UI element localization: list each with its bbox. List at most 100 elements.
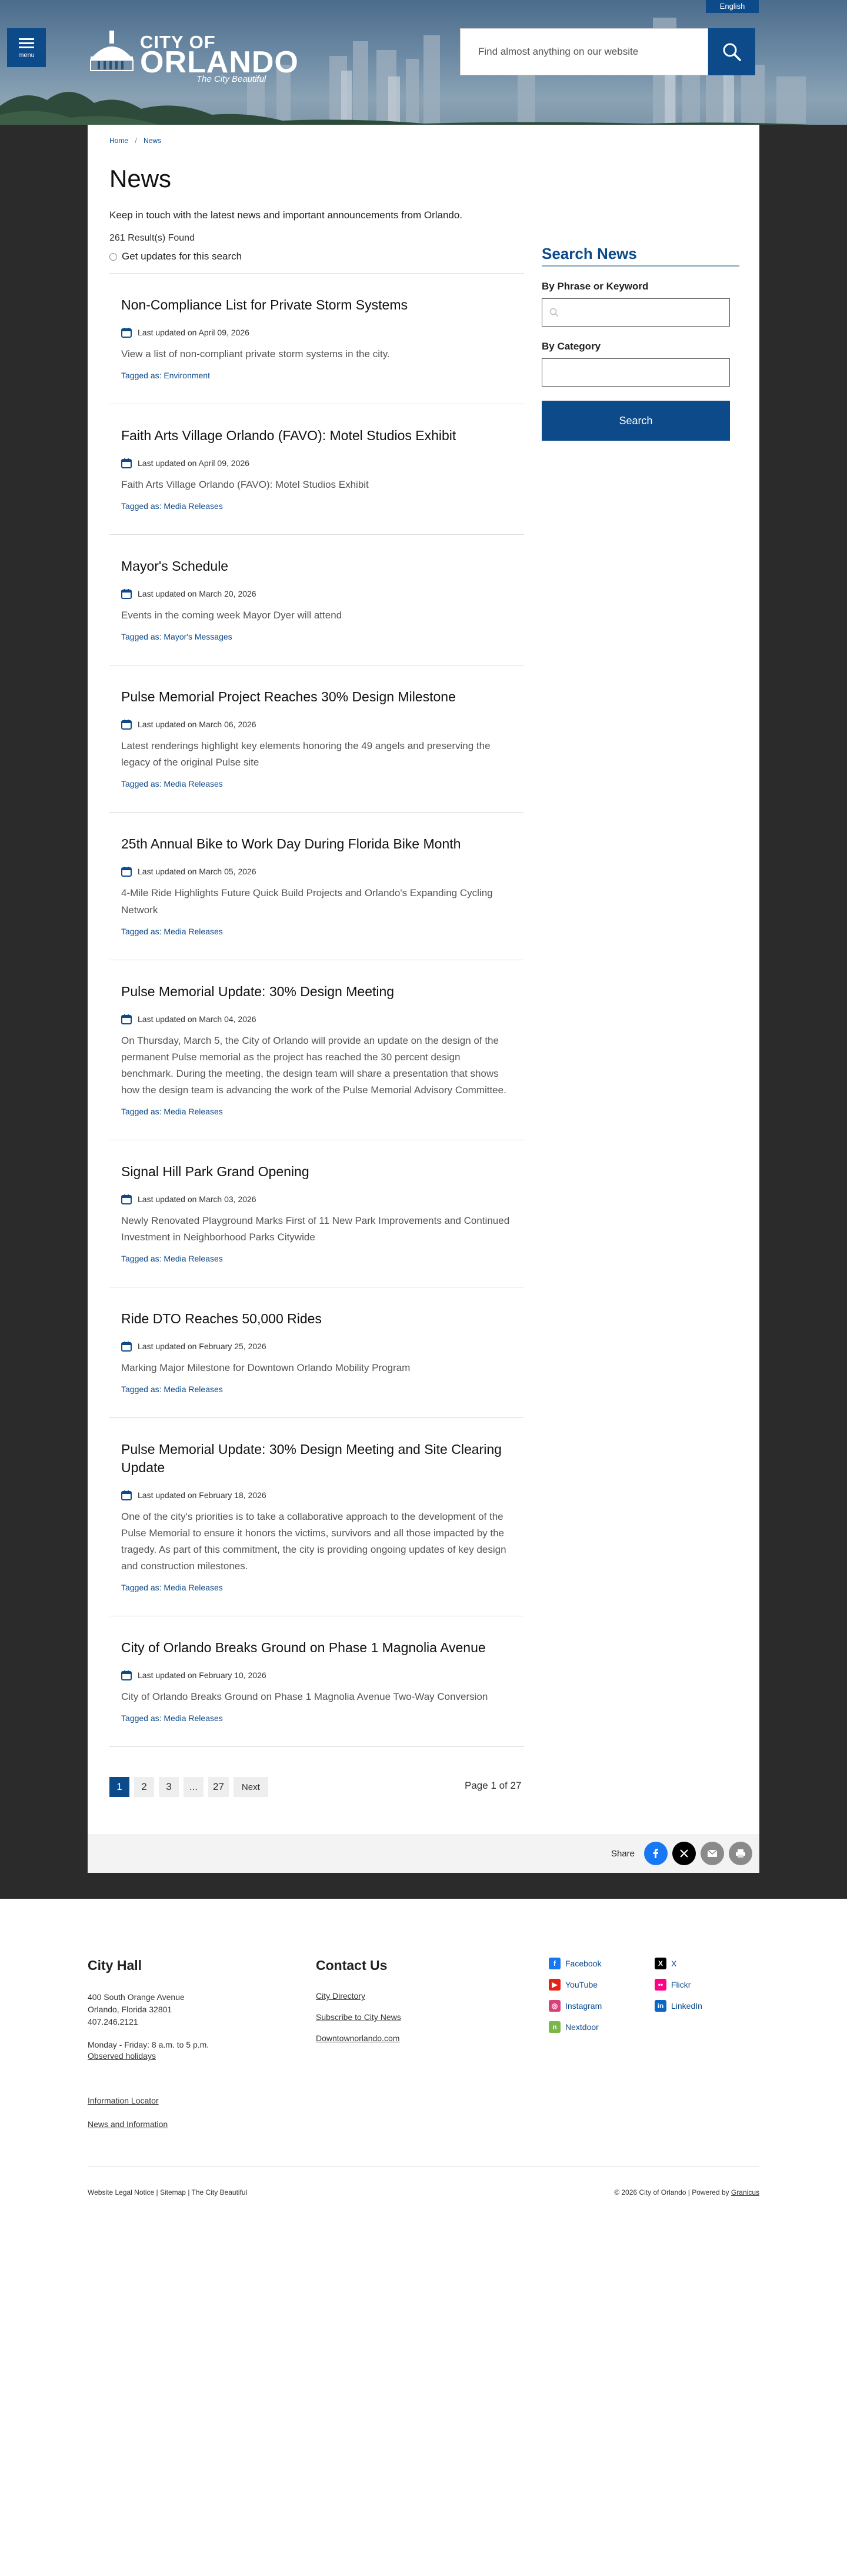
news-list-column: Non-Compliance List for Private Storm Sy…	[109, 262, 524, 1799]
share-bar: Share	[88, 1834, 759, 1873]
flickr-label: Flickr	[671, 1980, 691, 1990]
menu-button[interactable]: menu	[7, 28, 46, 67]
search-news-button[interactable]: Search	[542, 401, 730, 441]
news-description: One of the city's priorities is to take …	[121, 1511, 506, 1572]
office-hours: Monday - Friday: 8 a.m. to 5 p.m.	[88, 2040, 209, 2050]
site-search-input[interactable]	[461, 29, 708, 75]
radio-button[interactable]	[109, 252, 117, 261]
social-links: f Facebook ▶ YouTube ◎ Instagram n Nextdoor …	[549, 1958, 759, 2129]
downtown-orlando-link[interactable]: Downtownorlando.com	[316, 2033, 549, 2043]
menu-label: menu	[18, 51, 35, 59]
news-title[interactable]: Signal Hill Park Grand Opening	[121, 1163, 512, 1181]
calendar-icon	[121, 1341, 132, 1352]
tag-link[interactable]: Media Releases	[164, 1583, 222, 1592]
news-tag: Tagged as: Media Releases	[121, 779, 512, 788]
tag-prefix: Tagged as:	[121, 1713, 162, 1723]
news-tag: Tagged as: Media Releases	[121, 927, 512, 936]
tag-link[interactable]: Media Releases	[164, 779, 222, 788]
tag-prefix: Tagged as:	[121, 371, 162, 381]
hamburger-icon-bar	[19, 42, 34, 44]
news-tag: Tagged as: Media Releases	[121, 1107, 512, 1116]
flickr-icon: ••	[655, 1979, 666, 1991]
news-title[interactable]: Pulse Memorial Update: 30% Design Meetin…	[121, 1440, 512, 1477]
news-tag: Tagged as: Mayor's Messages	[121, 632, 512, 641]
news-description: Events in the coming week Mayor Dyer wil…	[121, 610, 342, 621]
nextdoor-label: Nextdoor	[565, 2022, 599, 2032]
news-title[interactable]: Mayor's Schedule	[121, 557, 512, 575]
tag-link[interactable]: Media Releases	[164, 1713, 222, 1723]
x-icon: X	[655, 1958, 666, 1970]
site-search-button[interactable]	[708, 28, 755, 75]
phone-number[interactable]: 407.246.2121	[88, 2016, 316, 2028]
tag-link[interactable]: Media Releases	[164, 1107, 222, 1116]
search-news-title: Search News	[542, 245, 739, 267]
calendar-icon	[121, 1014, 132, 1024]
news-date: Last updated on February 10, 2026	[138, 1670, 266, 1680]
email-share-icon[interactable]	[701, 1842, 724, 1866]
breadcrumb-current[interactable]: News	[144, 137, 161, 145]
news-title[interactable]: Pulse Memorial Update: 30% Design Meetin…	[121, 983, 512, 1001]
news-description: Newly Renovated Playground Marks First o…	[121, 1214, 510, 1243]
next-page-button[interactable]: Next	[233, 1777, 268, 1798]
news-title[interactable]: City of Orlando Breaks Ground on Phase 1…	[121, 1639, 512, 1657]
news-title[interactable]: 25th Annual Bike to Work Day During Flor…	[121, 835, 512, 853]
nextdoor-link[interactable]: n Nextdoor	[549, 2021, 655, 2033]
news-title[interactable]: Ride DTO Reaches 50,000 Rides	[121, 1310, 512, 1328]
site-search-box	[460, 28, 708, 75]
news-date-row: Last updated on February 25, 2026	[121, 1341, 512, 1352]
tag-link[interactable]: Media Releases	[164, 927, 222, 936]
page-of-label: Page 1 of 27	[465, 1780, 522, 1792]
page-link[interactable]: 1	[109, 1777, 129, 1798]
tag-prefix: Tagged as:	[121, 632, 162, 642]
calendar-icon	[121, 328, 132, 338]
breadcrumb: Home / News	[109, 137, 738, 145]
news-title[interactable]: Non-Compliance List for Private Storm Sy…	[121, 296, 512, 314]
calendar-icon	[121, 1670, 132, 1681]
tag-prefix: Tagged as:	[121, 1253, 162, 1263]
page-link[interactable]: 2	[134, 1777, 154, 1798]
copyright-text: © 2026 City of Orlando | Powered by	[614, 2188, 731, 2197]
news-date: Last updated on February 25, 2026	[138, 1341, 266, 1351]
linkedin-link[interactable]: in LinkedIn	[655, 2000, 755, 2012]
address-line-2: Orlando, Florida 32801	[88, 2005, 172, 2015]
language-selector[interactable]: English	[706, 0, 759, 13]
news-title[interactable]: Pulse Memorial Project Reaches 30% Desig…	[121, 688, 512, 706]
tag-link[interactable]: Media Releases	[164, 501, 222, 511]
news-description: Latest renderings highlight key elements…	[121, 740, 491, 768]
observed-holidays-link[interactable]: Observed holidays	[88, 2051, 316, 2061]
granicus-link[interactable]: Granicus	[731, 2188, 759, 2196]
tag-link[interactable]: Mayor's Messages	[164, 632, 232, 641]
news-title[interactable]: Faith Arts Village Orlando (FAVO): Motel…	[121, 427, 512, 445]
city-directory-link[interactable]: City Directory	[316, 1991, 549, 2001]
city-logo[interactable]: CITY OF ORLANDO The City Beautiful	[87, 27, 298, 86]
x-link[interactable]: XX	[655, 1958, 755, 1970]
page-link[interactable]: 27	[208, 1777, 229, 1798]
youtube-link[interactable]: ▶ YouTube	[549, 1979, 655, 1991]
nextdoor-icon: n	[549, 2021, 561, 2033]
tag-link[interactable]: Environment	[164, 371, 210, 380]
x-share-icon[interactable]	[672, 1842, 696, 1866]
phrase-input[interactable]	[542, 298, 730, 327]
information-locator-link[interactable]: Information Locator	[88, 2096, 316, 2105]
news-item: Faith Arts Village Orlando (FAVO): Motel…	[109, 404, 524, 535]
legal-links[interactable]: Website Legal Notice | Sitemap | The Cit…	[88, 2188, 247, 2196]
calendar-icon	[121, 720, 132, 730]
category-select[interactable]	[542, 358, 730, 387]
tag-link[interactable]: Media Releases	[164, 1254, 222, 1263]
instagram-link[interactable]: ◎ Instagram	[549, 2000, 655, 2012]
facebook-link[interactable]: f Facebook	[549, 1958, 655, 1970]
breadcrumb-home[interactable]: Home	[109, 137, 128, 145]
facebook-share-icon[interactable]	[644, 1842, 668, 1866]
subscribe-news-link[interactable]: Subscribe to City News	[316, 2012, 549, 2022]
news-description: Faith Arts Village Orlando (FAVO): Motel…	[121, 479, 369, 491]
page-link[interactable]: 3	[159, 1777, 179, 1798]
get-updates-label: Get updates for this search	[122, 251, 242, 262]
contact-heading: Contact Us	[316, 1958, 388, 1973]
tag-link[interactable]: Media Releases	[164, 1384, 222, 1394]
flickr-link[interactable]: •• Flickr	[655, 1979, 755, 1991]
page-ellipsis: ...	[184, 1777, 204, 1798]
news-tag: Tagged as: Media Releases	[121, 1583, 512, 1592]
news-information-link[interactable]: News and Information	[88, 2119, 316, 2129]
print-share-icon[interactable]	[729, 1842, 752, 1866]
calendar-icon	[121, 458, 132, 469]
